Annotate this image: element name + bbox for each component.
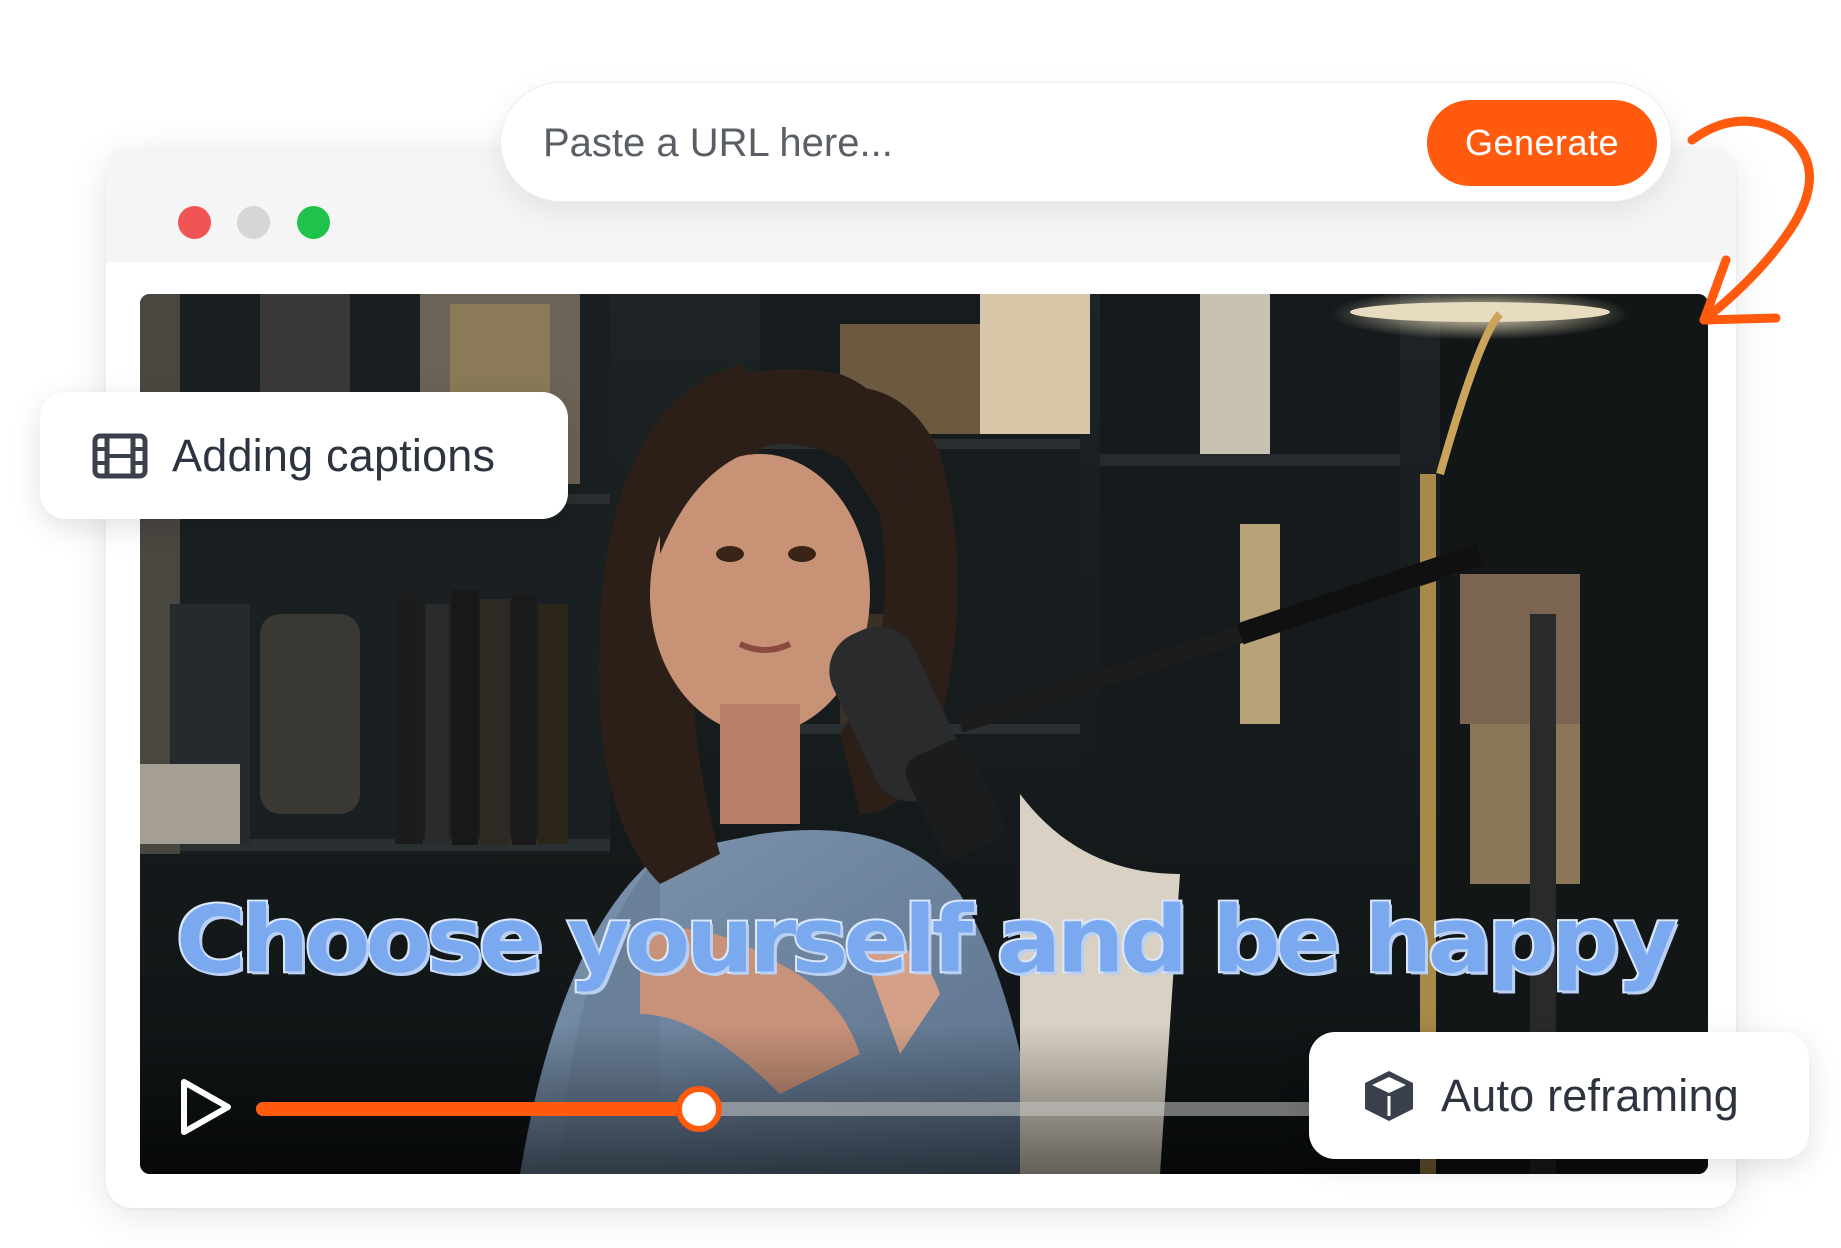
adding-captions-label: Adding captions [172, 429, 496, 481]
play-icon[interactable] [178, 1076, 234, 1138]
url-input[interactable] [541, 107, 1305, 179]
stage: Choose yourself and be happy Generate [0, 0, 1841, 1248]
curved-arrow-icon [1687, 116, 1814, 325]
progress-handle[interactable] [676, 1086, 723, 1132]
film-icon [92, 433, 148, 478]
video-caption: Choose yourself and be happy [174, 884, 1680, 995]
auto-reframing-chip: Auto reframing [1309, 1032, 1809, 1159]
minimize-window-dot[interactable] [237, 206, 270, 239]
auto-reframing-label: Auto reframing [1441, 1069, 1739, 1121]
maximize-window-dot[interactable] [297, 206, 330, 239]
progress-fill [256, 1102, 697, 1116]
close-window-dot[interactable] [178, 206, 211, 239]
url-bar: Generate [500, 82, 1672, 202]
generate-button[interactable]: Generate [1427, 100, 1657, 186]
cube-icon [1365, 1070, 1413, 1121]
adding-captions-chip: Adding captions [40, 392, 568, 519]
